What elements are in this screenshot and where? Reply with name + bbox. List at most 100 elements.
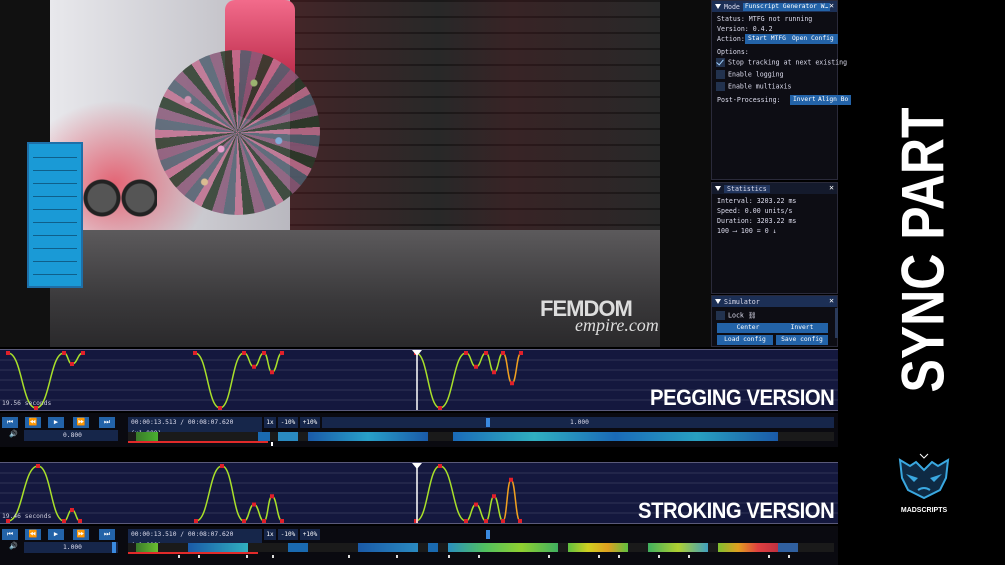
playback-speed-handle[interactable] [486, 530, 490, 539]
playback-speed-slider[interactable]: 1.000 [322, 417, 834, 428]
checkbox-logging[interactable] [716, 70, 725, 79]
timeline-action-point[interactable] [492, 494, 496, 499]
simulator-invert-button[interactable]: Invert [776, 323, 828, 333]
timeline-action-point[interactable] [81, 351, 85, 355]
heatmap-seekbar-top[interactable] [128, 432, 834, 443]
timeline-action-point[interactable] [484, 351, 488, 355]
funscript-timeline-bottom[interactable]: 19.46 seconds STROKING VERSION [0, 462, 838, 524]
load-config-button[interactable]: Load config [717, 335, 773, 345]
timeline-action-point[interactable] [501, 351, 505, 355]
simulator-titlebar[interactable]: Simulator [712, 296, 837, 307]
timeline-action-point[interactable] [262, 519, 266, 523]
play-icon[interactable]: ▶ [48, 417, 64, 428]
volume-icon[interactable]: 🔊 [9, 430, 18, 438]
lock-toggle[interactable]: Lock ⛓ [716, 311, 756, 320]
close-icon[interactable]: ✕ [829, 296, 834, 305]
timeline-action-point[interactable] [270, 494, 274, 499]
simulator-scrollbar[interactable] [835, 308, 838, 338]
timeline-action-point[interactable] [218, 406, 222, 410]
checkbox-multiaxis[interactable] [716, 82, 725, 91]
prev-frame-icon[interactable]: ⏮ [2, 529, 18, 540]
timeline-action-point[interactable] [280, 351, 284, 355]
speed-plus-10-button[interactable]: +10% [300, 417, 320, 428]
timeline-action-point[interactable] [262, 351, 266, 355]
timeline-action-point[interactable] [438, 406, 442, 410]
timeline-action-point[interactable] [501, 519, 505, 523]
playback-speed-handle[interactable] [486, 418, 490, 427]
rewind-icon[interactable]: ⏪ [25, 529, 41, 540]
timeline-action-point[interactable] [438, 464, 442, 468]
prev-frame-icon[interactable]: ⏮ [2, 417, 18, 428]
next-frame-icon[interactable]: ⏭ [99, 529, 115, 540]
overflow-button[interactable] [835, 34, 838, 44]
option-multiaxis[interactable]: Enable multiaxis [716, 82, 792, 91]
center-button[interactable]: Center [717, 323, 779, 333]
playhead-marker-icon[interactable] [412, 463, 422, 469]
timeline-action-point[interactable] [474, 364, 478, 369]
open-config-button[interactable]: Open Config [789, 34, 837, 44]
speed-1x-button[interactable]: 1x [264, 417, 276, 428]
meter-segment [33, 196, 77, 197]
timeline-action-point[interactable] [62, 351, 66, 355]
volume-slider[interactable]: 0.800 [24, 430, 118, 441]
timeline-action-point[interactable] [474, 502, 478, 507]
timeline-action-point[interactable] [194, 519, 198, 523]
fast-forward-icon[interactable]: ⏩ [73, 529, 89, 540]
timeline-action-point[interactable] [70, 508, 74, 512]
collapse-triangle-icon[interactable] [715, 4, 721, 9]
collapse-triangle-icon[interactable] [715, 186, 721, 191]
option-logging[interactable]: Enable logging [716, 70, 784, 79]
timeline-action-point[interactable] [242, 351, 246, 355]
funscript-timeline-top[interactable]: 19.56 seconds PEGGING VERSION [0, 349, 838, 411]
timeline-action-point[interactable] [270, 370, 274, 375]
close-icon[interactable]: ✕ [829, 183, 834, 192]
timeline-stroke-segment [510, 479, 521, 522]
timeline-action-point[interactable] [252, 364, 256, 369]
chapter-tick [178, 555, 180, 558]
save-config-button[interactable]: Save config [776, 335, 828, 345]
video-scene-floor [50, 230, 660, 347]
mode-window-titlebar[interactable]: Mode Funscript Generator W… [712, 1, 837, 12]
volume-handle[interactable] [112, 542, 116, 553]
volume-icon[interactable]: 🔊 [9, 542, 18, 550]
timeline-action-point[interactable] [220, 464, 224, 468]
speed-minus-10-button[interactable]: -10% [278, 529, 298, 540]
next-frame-icon[interactable]: ⏭ [99, 417, 115, 428]
checkbox-lock[interactable] [716, 311, 725, 320]
fast-forward-icon[interactable]: ⏩ [73, 417, 89, 428]
align-bottom-button[interactable]: Align Bo [815, 95, 852, 105]
collapse-triangle-icon[interactable] [715, 299, 721, 304]
timeline-action-point[interactable] [6, 351, 10, 355]
close-icon[interactable]: ✕ [829, 1, 834, 10]
heatmap-seekbar-bottom[interactable] [128, 543, 834, 554]
mtfg-version: Version: 0.4.2 [717, 25, 773, 33]
speed-plus-10-button[interactable]: +10% [300, 529, 320, 540]
timeline-action-point[interactable] [70, 362, 74, 366]
option-stop-tracking[interactable]: Stop tracking at next existing [716, 58, 847, 67]
timeline-action-point[interactable] [62, 519, 66, 523]
speed-1x-button[interactable]: 1x [264, 529, 276, 540]
timeline-action-point[interactable] [484, 519, 488, 523]
tab-funscript-generator[interactable]: Funscript Generator W… [742, 2, 831, 11]
timeline-action-point[interactable] [193, 351, 197, 355]
timeline-action-point[interactable] [518, 519, 522, 523]
checkbox-stop-tracking[interactable] [716, 58, 725, 67]
start-mtfg-button[interactable]: Start MTFG [745, 34, 789, 44]
volume-slider[interactable]: 1.000 [24, 542, 118, 553]
timeline-action-point[interactable] [252, 502, 256, 507]
timeline-action-point[interactable] [519, 351, 523, 355]
rewind-icon[interactable]: ⏪ [25, 417, 41, 428]
play-icon[interactable]: ▶ [48, 529, 64, 540]
timeline-action-point[interactable] [464, 351, 468, 355]
timeline-action-point[interactable] [78, 519, 82, 523]
video-player[interactable]: FEMDOM empire.com [0, 0, 711, 347]
speed-minus-10-button[interactable]: -10% [278, 417, 298, 428]
statistics-titlebar[interactable]: Statistics [712, 183, 837, 194]
timeline-action-point[interactable] [509, 477, 513, 482]
timeline-action-point[interactable] [280, 519, 284, 523]
timeline-action-point[interactable] [36, 464, 40, 468]
timeline-action-point[interactable] [242, 519, 246, 523]
timeline-action-point[interactable] [510, 381, 514, 386]
timeline-action-point[interactable] [492, 370, 496, 375]
timeline-action-point[interactable] [464, 519, 468, 523]
